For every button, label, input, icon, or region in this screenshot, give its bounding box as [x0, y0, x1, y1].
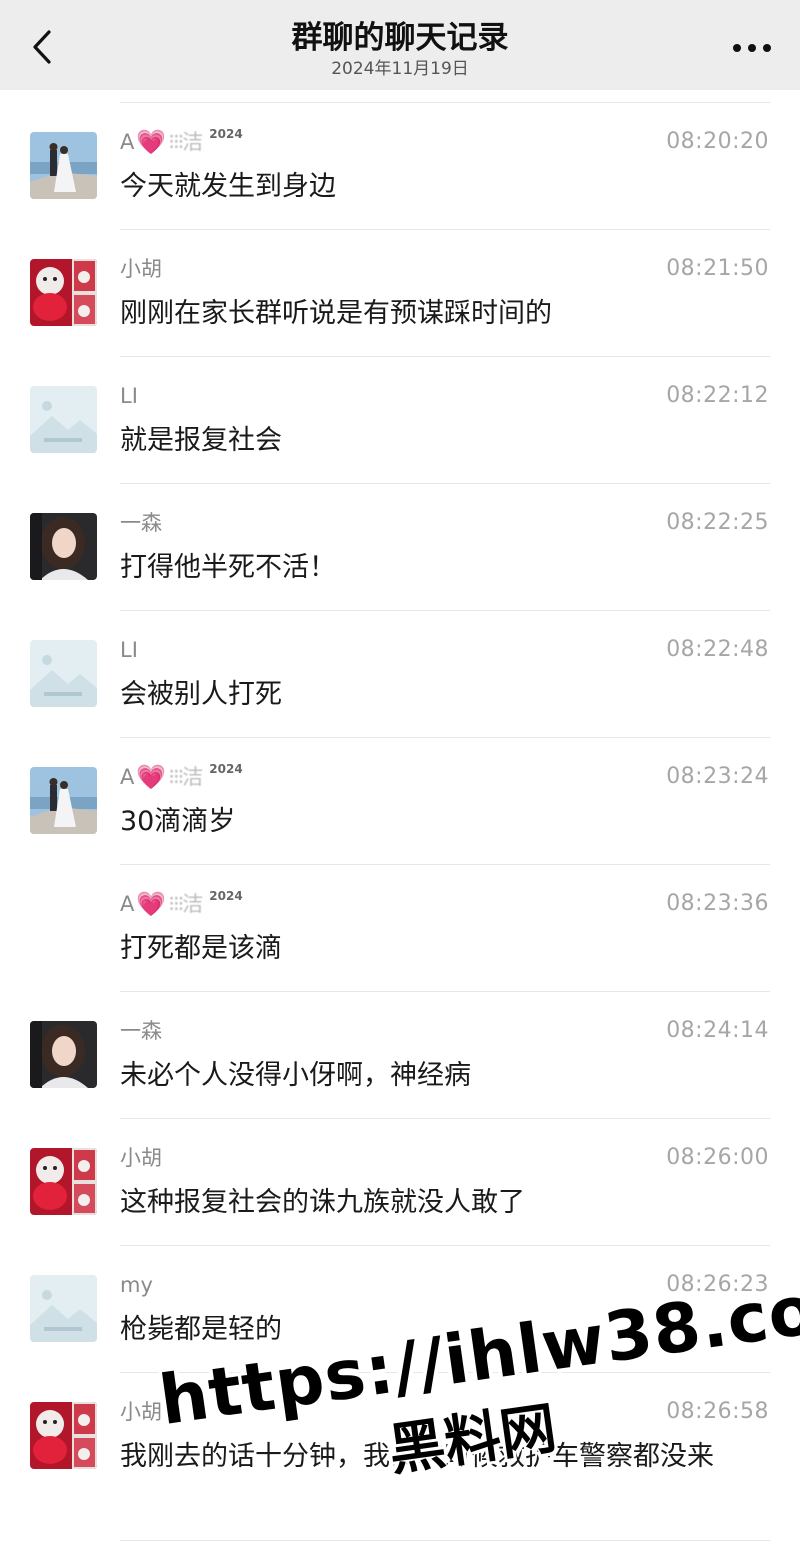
- timestamp: 08:20:20: [666, 129, 769, 154]
- message-text: 会被别人打死: [120, 679, 282, 710]
- default-image-avatar[interactable]: [30, 1275, 97, 1342]
- message-text: 打死都是该滴: [120, 933, 282, 964]
- message-row[interactable]: 小胡 08:26:00 这种报复社会的诛九族就没人敢了: [0, 1119, 800, 1246]
- message-text: 就是报复社会: [120, 425, 282, 456]
- timestamp: 08:23:36: [666, 891, 769, 916]
- sender-name: 一森: [120, 511, 162, 535]
- message-row[interactable]: A 💗 ⁝⁝⁝洁 2024 08:20:20 今天就发生到身边: [0, 103, 800, 230]
- sender-name: 小胡: [120, 257, 162, 281]
- wedding-photo-avatar[interactable]: [30, 767, 97, 834]
- message-text: 刚刚在家长群听说是有预谋踩时间的: [120, 298, 552, 329]
- title-block: 群聊的聊天记录 2024年11月19日: [200, 18, 600, 80]
- timestamp: 08:23:24: [666, 764, 769, 789]
- message-row[interactable]: LI 08:22:12 就是报复社会: [0, 357, 800, 484]
- red-plush-doll-avatar[interactable]: [30, 1402, 97, 1469]
- back-button[interactable]: [22, 22, 62, 72]
- message-text: 30滴滴岁: [120, 806, 236, 837]
- red-plush-doll-avatar[interactable]: [30, 259, 97, 326]
- woman-portrait-avatar[interactable]: [30, 1021, 97, 1088]
- top-nav-bar: 群聊的聊天记录 2024年11月19日: [0, 0, 800, 90]
- message-text: 我刚去的话十分钟，我去的时候救护车警察都没来: [120, 1441, 714, 1472]
- sender-name: A 💗 ⁝⁝⁝洁 2024: [120, 889, 243, 918]
- timestamp: 08:24:14: [666, 1018, 769, 1043]
- sender-name: 小胡: [120, 1146, 162, 1170]
- sender-name: LI: [120, 384, 138, 408]
- more-dots-icon: [733, 44, 771, 52]
- message-text: 今天就发生到身边: [120, 171, 336, 202]
- timestamp: 08:26:58: [666, 1399, 769, 1424]
- message-text: 枪毙都是轻的: [120, 1314, 282, 1345]
- wedding-photo-avatar[interactable]: [30, 132, 97, 199]
- page-title: 群聊的聊天记录: [291, 20, 509, 56]
- message-text: 未必个人没得小伢啊，神经病: [120, 1060, 471, 1091]
- heart-emoji-icon: 💗: [136, 763, 167, 791]
- message-row[interactable]: 一森 08:24:14 未必个人没得小伢啊，神经病: [0, 992, 800, 1119]
- sender-name: my: [120, 1273, 153, 1297]
- default-image-avatar[interactable]: [30, 386, 97, 453]
- message-text: 这种报复社会的诛九族就没人敢了: [120, 1187, 525, 1218]
- timestamp: 08:22:25: [666, 510, 769, 535]
- timestamp: 08:26:00: [666, 1145, 769, 1170]
- message-text: 打得他半死不活！: [120, 552, 336, 583]
- message-row[interactable]: 一森 08:22:25 打得他半死不活！: [0, 484, 800, 611]
- page-date: 2024年11月19日: [331, 59, 469, 79]
- timestamp: 08:22:12: [666, 383, 769, 408]
- timestamp: 08:26:23: [666, 1272, 769, 1297]
- sender-name: 一森: [120, 1019, 162, 1043]
- message-row[interactable]: 小胡 08:26:58 我刚去的话十分钟，我去的时候救护车警察都没来: [0, 1373, 800, 1541]
- message-row[interactable]: my 08:26:23 枪毙都是轻的: [0, 1246, 800, 1373]
- message-row[interactable]: 小胡 08:21:50 刚刚在家长群听说是有预谋踩时间的: [0, 230, 800, 357]
- timestamp: 08:22:48: [666, 637, 769, 662]
- sender-name: A 💗 ⁝⁝⁝洁 2024: [120, 762, 243, 791]
- sender-name: LI: [120, 638, 138, 662]
- timestamp: 08:21:50: [666, 256, 769, 281]
- chevron-left-icon: [33, 30, 51, 64]
- more-button[interactable]: [726, 28, 778, 68]
- chat-record-list[interactable]: A 💗 ⁝⁝⁝洁 2024 08:20:20 今天就发生到身边 小胡 08:21:…: [0, 103, 800, 1541]
- message-row[interactable]: A 💗 ⁝⁝⁝洁 2024 08:23:36 打死都是该滴: [0, 865, 800, 992]
- heart-emoji-icon: 💗: [136, 890, 167, 918]
- woman-portrait-avatar[interactable]: [30, 513, 97, 580]
- message-row[interactable]: A 💗 ⁝⁝⁝洁 2024 08:23:24 30滴滴岁: [0, 738, 800, 865]
- red-plush-doll-avatar[interactable]: [30, 1148, 97, 1215]
- sender-name: 小胡: [120, 1400, 162, 1424]
- default-image-avatar[interactable]: [30, 640, 97, 707]
- heart-emoji-icon: 💗: [136, 128, 167, 156]
- sender-name: A 💗 ⁝⁝⁝洁 2024: [120, 127, 243, 156]
- message-row[interactable]: LI 08:22:48 会被别人打死: [0, 611, 800, 738]
